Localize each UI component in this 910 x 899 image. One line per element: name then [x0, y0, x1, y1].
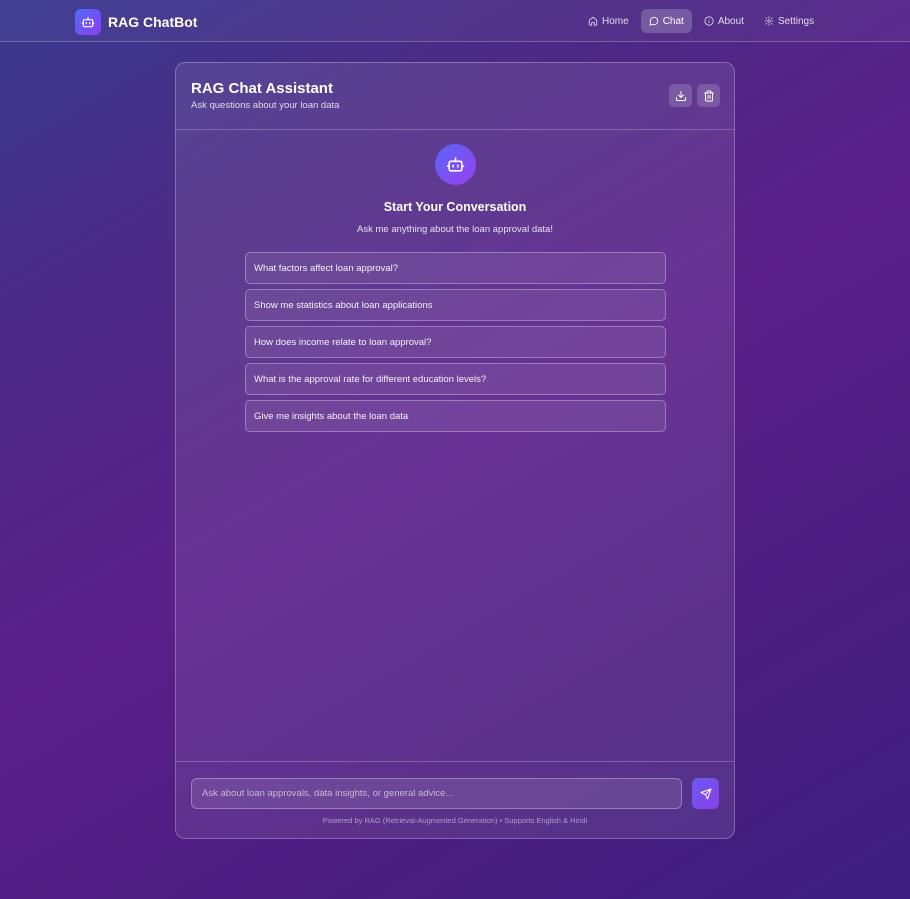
nav-label: Settings [777, 15, 815, 27]
nav-item-settings[interactable]: Settings [756, 9, 822, 33]
clear-chat-button[interactable] [697, 84, 720, 107]
export-button[interactable] [669, 84, 692, 107]
chat-title: RAG Chat Assistant [191, 80, 333, 97]
main-nav: Home Chat About Settings [580, 9, 822, 33]
top-navbar: RAG ChatBot Home Chat About Settings [0, 0, 910, 42]
bot-icon [446, 157, 465, 172]
message-input[interactable] [191, 778, 682, 809]
suggestion-button[interactable]: How does income relate to loan approval? [245, 326, 666, 358]
send-button[interactable] [692, 778, 719, 809]
nav-item-home[interactable]: Home [580, 9, 637, 33]
bot-avatar [435, 144, 476, 185]
chat-header: RAG Chat Assistant Ask questions about y… [176, 63, 734, 130]
nav-item-chat[interactable]: Chat [640, 9, 692, 33]
nav-label: About [717, 15, 744, 27]
suggestion-button[interactable]: Show me statistics about loan applicatio… [245, 289, 666, 321]
chat-composer: Powered by RAG (Retrieval-Augmented Gene… [176, 761, 734, 839]
chat-bubble-icon [649, 16, 658, 26]
suggestion-list: What factors affect loan approval? Show … [245, 252, 666, 437]
suggestion-button[interactable]: What factors affect loan approval? [245, 252, 666, 284]
download-icon [675, 90, 686, 101]
suggestion-button[interactable]: What is the approval rate for different … [245, 363, 666, 395]
trash-icon [703, 90, 714, 101]
brand[interactable]: RAG ChatBot [75, 9, 197, 35]
app-name: RAG ChatBot [108, 14, 198, 30]
send-icon [700, 788, 711, 799]
chat-subtitle: Ask questions about your loan data [191, 100, 340, 111]
home-icon [588, 16, 598, 26]
nav-item-about[interactable]: About [696, 9, 752, 33]
empty-state-title: Start Your Conversation [383, 200, 527, 214]
chat-panel: RAG Chat Assistant Ask questions about y… [175, 62, 735, 839]
info-icon [704, 16, 714, 26]
nav-label: Chat [662, 15, 684, 27]
bot-icon [75, 9, 101, 35]
nav-label: Home [602, 15, 629, 27]
powered-by-note: Powered by RAG (Retrieval-Augmented Gene… [322, 816, 588, 825]
suggestion-button[interactable]: Give me insights about the loan data [245, 400, 666, 432]
gear-icon [764, 16, 774, 26]
empty-state-subtitle: Ask me anything about the loan approval … [357, 224, 553, 235]
